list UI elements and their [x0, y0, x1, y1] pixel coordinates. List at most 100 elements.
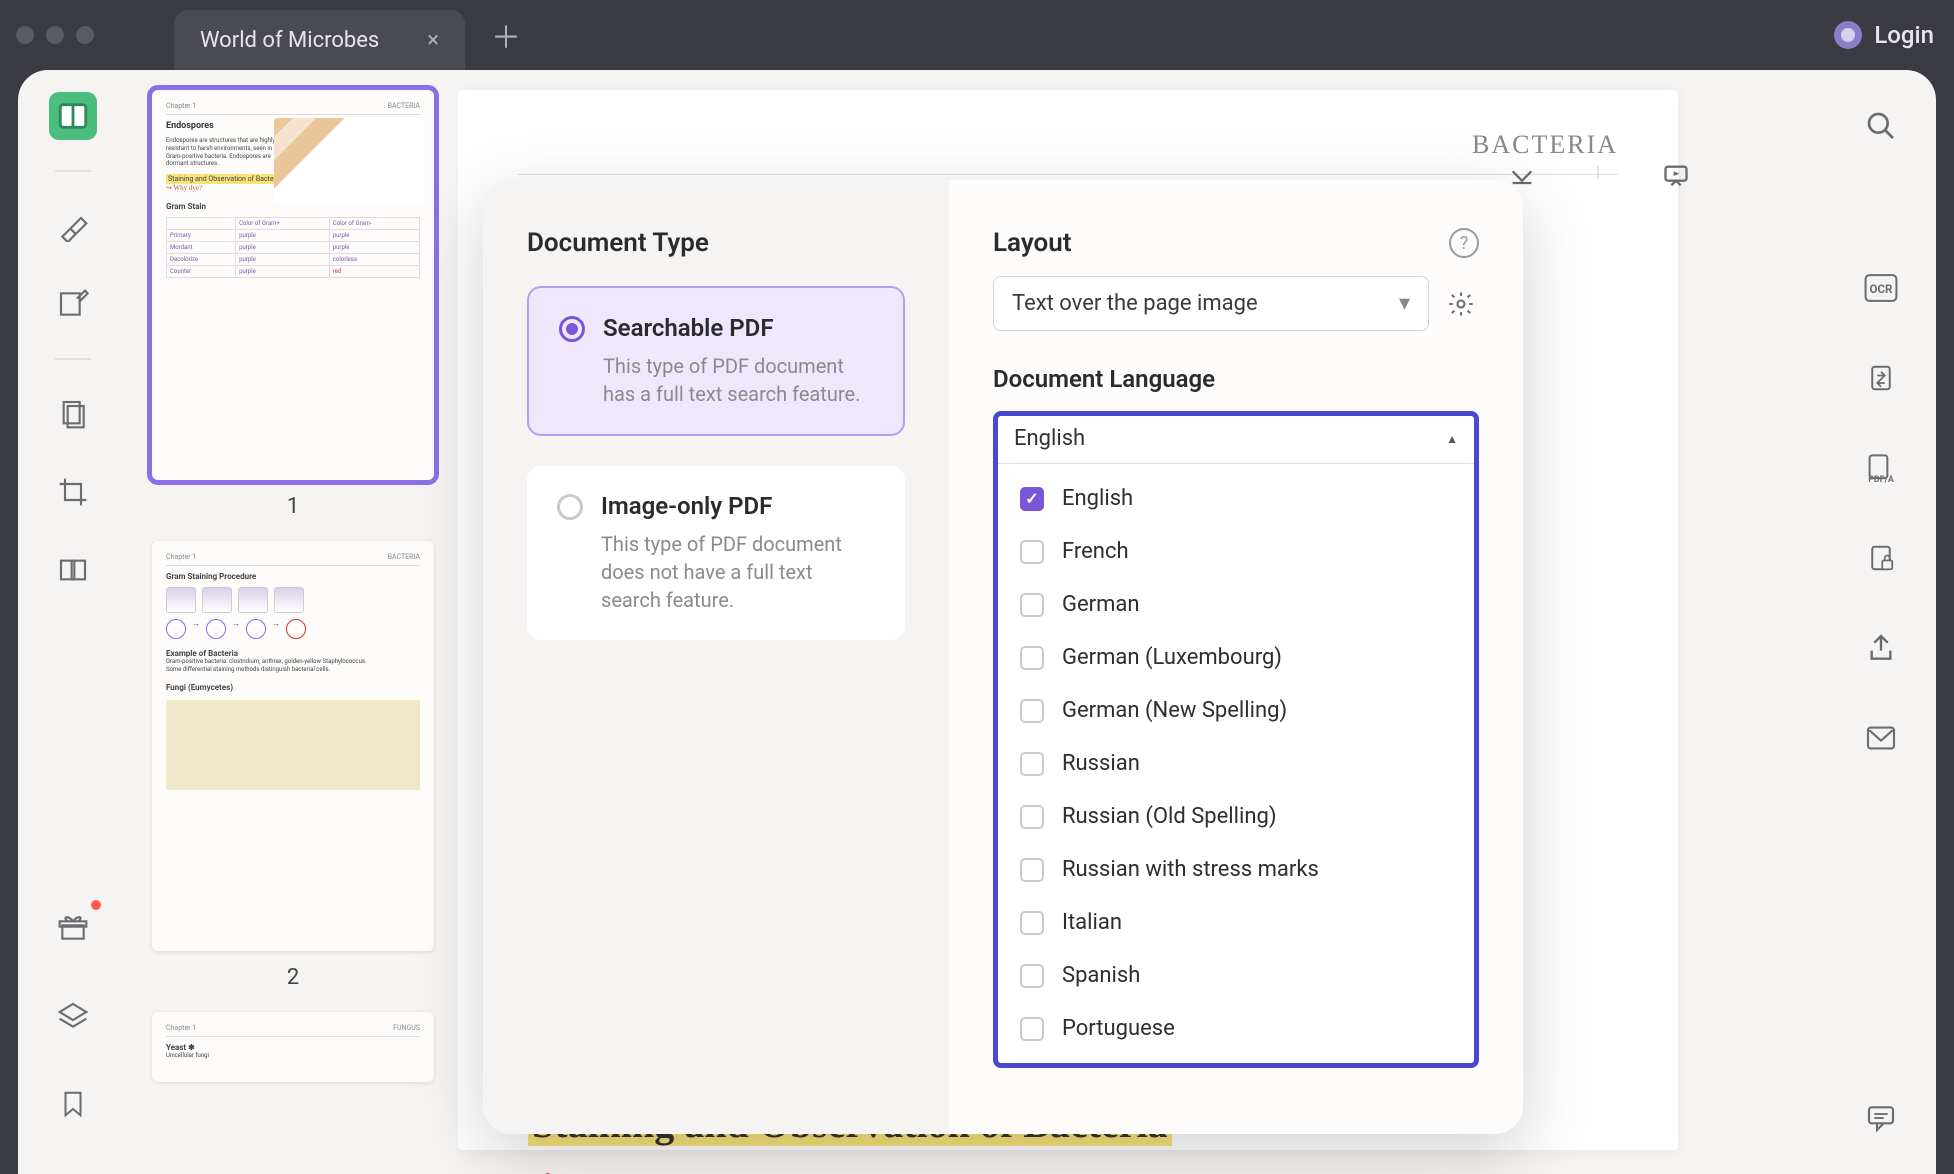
language-option[interactable]: German: [998, 578, 1474, 631]
ocr-icon: OCR: [1863, 272, 1899, 304]
radio-searchable[interactable]: [559, 316, 585, 342]
highlighter-tool-button[interactable]: [49, 202, 97, 250]
ocr-settings-dialog: Document Type Searchable PDF This type o…: [483, 180, 1523, 1134]
app-body: Chapter 1BACTERIA Endospores Endospores …: [18, 70, 1936, 1174]
option-title-image-only: Image-only PDF: [601, 492, 875, 520]
minimize-window-button[interactable]: [46, 26, 64, 44]
presentation-icon[interactable]: [1660, 162, 1692, 190]
chevron-down-icon: ▾: [1399, 291, 1410, 316]
right-toolbar: OCR PDF/A: [1826, 70, 1936, 1174]
layout-title: Layout: [993, 228, 1072, 258]
language-option[interactable]: German (Luxembourg): [998, 631, 1474, 684]
language-checkbox[interactable]: [1020, 858, 1044, 882]
gear-icon: [1447, 290, 1475, 318]
book-icon: [56, 99, 90, 133]
share-button[interactable]: [1857, 624, 1905, 672]
document-language-title: Document Language: [993, 365, 1479, 393]
share-icon: [1865, 632, 1897, 664]
language-label: Portuguese: [1062, 1016, 1175, 1041]
language-label: German (Luxembourg): [1062, 645, 1282, 670]
option-desc-image-only: This type of PDF document does not have …: [601, 530, 875, 614]
reader-mode-button[interactable]: [49, 92, 97, 140]
language-checkbox[interactable]: [1020, 699, 1044, 723]
note-tool-button[interactable]: [49, 280, 97, 328]
language-option[interactable]: Portuguese: [998, 1002, 1474, 1055]
layers-icon: [57, 1000, 89, 1032]
close-tab-button[interactable]: ×: [427, 28, 439, 53]
language-checkbox[interactable]: [1020, 964, 1044, 988]
language-option[interactable]: English: [998, 472, 1474, 525]
layers-button[interactable]: [49, 992, 97, 1040]
layout-select[interactable]: Text over the page image ▾: [993, 276, 1429, 331]
language-checkbox[interactable]: [1020, 646, 1044, 670]
layout-help-button[interactable]: ?: [1449, 228, 1479, 258]
language-checkbox[interactable]: [1020, 1017, 1044, 1041]
document-tab[interactable]: World of Microbes ×: [174, 10, 465, 70]
language-label: English: [1062, 486, 1133, 511]
gift-button[interactable]: [49, 904, 97, 952]
mail-icon: [1865, 725, 1897, 751]
crop-tool-button[interactable]: [49, 468, 97, 516]
new-tab-button[interactable]: ＋: [473, 13, 539, 57]
pages-tool-button[interactable]: [49, 390, 97, 438]
layout-settings-button[interactable]: [1443, 286, 1479, 322]
compare-icon: [57, 554, 89, 586]
bookmark-button[interactable]: [49, 1080, 97, 1128]
curved-arrow-icon: [538, 1168, 598, 1174]
language-label: Russian: [1062, 751, 1140, 776]
option-title-searchable: Searchable PDF: [603, 314, 873, 342]
lock-document-button[interactable]: [1857, 534, 1905, 582]
crop-icon: [57, 476, 89, 508]
tab-title: World of Microbes: [200, 28, 379, 53]
top-toolbar: |: [1508, 162, 1692, 190]
bookmark-icon: [58, 1087, 88, 1121]
tab-bar: World of Microbes × ＋: [174, 0, 539, 70]
language-checkbox[interactable]: [1020, 911, 1044, 935]
language-checkbox[interactable]: [1020, 593, 1044, 617]
search-button[interactable]: [1857, 102, 1905, 150]
language-label: French: [1062, 539, 1129, 564]
page-thumbnail-1[interactable]: Chapter 1BACTERIA Endospores Endospores …: [152, 90, 434, 480]
language-checkbox[interactable]: [1020, 752, 1044, 776]
note-pencil-icon: [57, 288, 89, 320]
mail-button[interactable]: [1857, 714, 1905, 762]
dialog-left-pane: Document Type Searchable PDF This type o…: [483, 180, 949, 1134]
pdfa-button[interactable]: PDF/A: [1857, 444, 1905, 492]
comment-button[interactable]: [1857, 1094, 1905, 1142]
language-option[interactable]: Italian: [998, 896, 1474, 949]
language-label: German: [1062, 592, 1140, 617]
avatar-icon: [1834, 21, 1862, 49]
language-label: Spanish: [1062, 963, 1140, 988]
language-dropdown[interactable]: English ▲ English French German German (Lux…: [993, 411, 1479, 1068]
language-option[interactable]: German (New Spelling): [998, 684, 1474, 737]
page-thumbnail-2[interactable]: Chapter 1BACTERIA Gram Staining Procedur…: [152, 541, 434, 951]
radio-image-only[interactable]: [557, 494, 583, 520]
svg-text:OCR: OCR: [1870, 282, 1894, 296]
close-window-button[interactable]: [16, 26, 34, 44]
language-checkbox[interactable]: [1020, 540, 1044, 564]
layout-select-value: Text over the page image: [1012, 291, 1258, 316]
compare-tool-button[interactable]: [49, 546, 97, 594]
language-option[interactable]: French: [998, 525, 1474, 578]
page-thumbnail-3[interactable]: Chapter 1FUNGUS Yeast ✱ Unicellular fung…: [152, 1012, 434, 1082]
comment-icon: [1865, 1103, 1897, 1133]
language-label: German (New Spelling): [1062, 698, 1287, 723]
document-type-title: Document Type: [527, 228, 905, 258]
login-button[interactable]: Login: [1834, 21, 1934, 49]
convert-button[interactable]: [1857, 354, 1905, 402]
language-checkbox[interactable]: [1020, 487, 1044, 511]
doc-type-searchable-pdf[interactable]: Searchable PDF This type of PDF document…: [527, 286, 905, 436]
triangle-up-icon: ▲: [1446, 432, 1458, 446]
language-checkbox[interactable]: [1020, 805, 1044, 829]
doc-type-image-only-pdf[interactable]: Image-only PDF This type of PDF document…: [527, 466, 905, 640]
maximize-window-button[interactable]: [76, 26, 94, 44]
pdfa-icon: PDF/A: [1862, 451, 1900, 485]
language-select-current[interactable]: English ▲: [998, 416, 1474, 464]
login-label: Login: [1874, 21, 1934, 49]
language-option[interactable]: Russian (Old Spelling): [998, 790, 1474, 843]
language-option[interactable]: Russian with stress marks: [998, 843, 1474, 896]
language-option-list: English French German German (Luxembourg) Ge…: [998, 464, 1474, 1063]
ocr-button[interactable]: OCR: [1857, 264, 1905, 312]
language-option[interactable]: Russian: [998, 737, 1474, 790]
language-option[interactable]: Spanish: [998, 949, 1474, 1002]
